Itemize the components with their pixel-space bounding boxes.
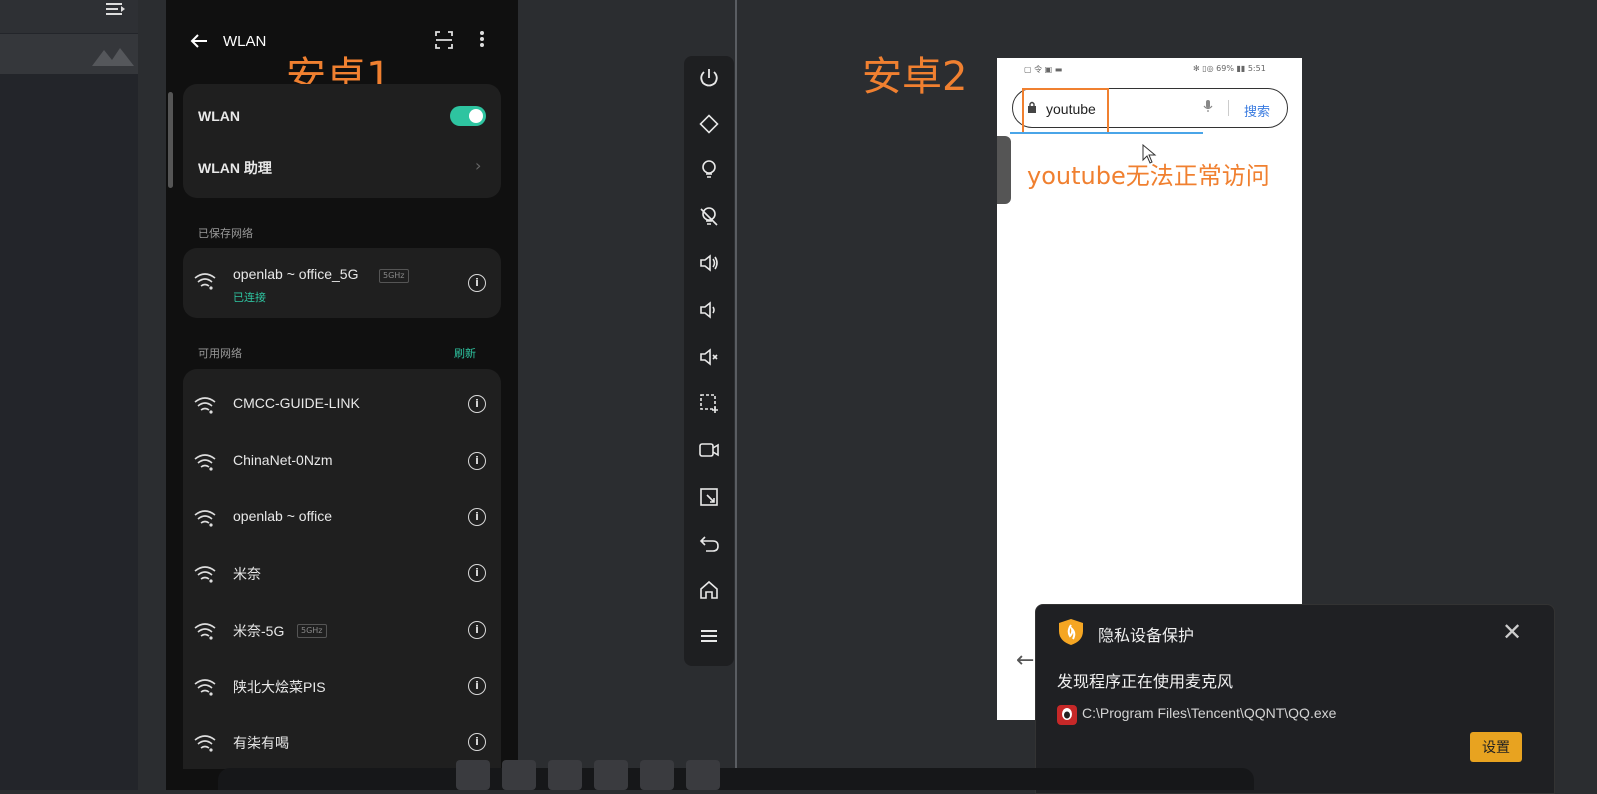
wlan-label: WLAN [198, 108, 240, 124]
wifi-icon [194, 453, 216, 471]
saved-networks-heading: 已保存网络 [198, 228, 253, 240]
info-icon[interactable]: i [468, 677, 486, 695]
info-icon[interactable]: i [468, 733, 486, 751]
pane-divider[interactable] [735, 0, 737, 790]
browser-back-icon[interactable]: ← [1016, 648, 1034, 673]
page-load-progress [1010, 132, 1203, 134]
qq-app-icon [1057, 705, 1077, 725]
info-icon[interactable]: i [468, 274, 486, 292]
network-name[interactable]: 米奈 [233, 564, 261, 584]
volume-up-icon[interactable] [694, 252, 724, 282]
volume-down-icon[interactable] [694, 299, 724, 329]
status-bar-left: ▢ 令 ▣ ▬ [1024, 65, 1063, 74]
taskbar-button[interactable] [594, 760, 628, 790]
scan-icon[interactable] [434, 30, 454, 55]
notification-message: 发现程序正在使用麦克风 [1057, 672, 1234, 691]
microphone-icon[interactable] [1203, 99, 1213, 117]
taskbar-button[interactable] [502, 760, 536, 790]
wifi-icon [194, 678, 216, 696]
wifi-icon [194, 622, 216, 640]
info-icon[interactable]: i [468, 452, 486, 470]
notification-title: 隐私设备保护 [1098, 626, 1195, 645]
connection-status: 已连接 [233, 291, 266, 304]
wifi-icon [194, 509, 216, 527]
wlan-assistant-label[interactable]: WLAN 助理 [198, 158, 272, 178]
network-name[interactable]: 陕北大烩菜PIS [233, 677, 326, 697]
power-icon[interactable] [694, 67, 724, 97]
annotation-highlight [1022, 88, 1109, 134]
bulb-off-icon[interactable] [694, 206, 724, 236]
more-options-icon[interactable] [478, 29, 486, 54]
network-name[interactable]: 有柒有喝 [233, 733, 289, 753]
crop-icon[interactable] [694, 486, 724, 516]
wifi-icon [194, 396, 216, 414]
status-bar-right: ✻ ▯◎ 69% ▮▮ 5:51 [1193, 64, 1266, 73]
app-logo-icon [90, 42, 136, 68]
info-icon[interactable]: i [468, 508, 486, 526]
wifi-icon [194, 734, 216, 752]
band-badge: 5GHz [297, 624, 327, 638]
network-name[interactable]: 米奈-5G [233, 621, 284, 641]
info-icon[interactable]: i [468, 395, 486, 413]
taskbar-button[interactable] [548, 760, 582, 790]
wlan-toggle[interactable] [450, 106, 486, 126]
program-path: C:\Program Files\Tencent\QQNT\QQ.exe [1082, 705, 1337, 721]
shield-icon [1058, 618, 1084, 646]
search-button[interactable]: 搜索 [1244, 101, 1270, 120]
back-arrow-icon[interactable] [188, 30, 214, 56]
chevron-right-icon: › [475, 156, 482, 175]
band-badge: 5GHz [379, 269, 409, 283]
wifi-icon [194, 565, 216, 583]
host-sidebar [0, 0, 138, 790]
back-icon[interactable] [694, 532, 724, 562]
side-drawer-handle[interactable] [997, 136, 1011, 204]
taskbar-button[interactable] [686, 760, 720, 790]
settings-button[interactable]: 设置 [1470, 732, 1522, 762]
info-icon[interactable]: i [468, 564, 486, 582]
available-networks-heading: 可用网络 [198, 348, 242, 360]
host-bottom-bar [218, 768, 1254, 790]
wifi-icon [194, 272, 216, 290]
wlan-card [183, 84, 501, 198]
search-separator [1228, 100, 1229, 116]
close-icon[interactable]: ✕ [1502, 618, 1522, 646]
record-icon[interactable] [694, 439, 724, 469]
available-networks-card [183, 369, 501, 769]
network-name[interactable]: CMCC-GUIDE-LINK [233, 395, 360, 411]
scrollbar[interactable] [168, 92, 173, 188]
sort-menu-icon[interactable] [104, 0, 126, 20]
taskbar-button[interactable] [640, 760, 674, 790]
info-icon[interactable]: i [468, 621, 486, 639]
taskbar-button[interactable] [456, 760, 490, 790]
network-name[interactable]: ChinaNet-0Nzm [233, 452, 333, 468]
menu-icon[interactable] [694, 625, 724, 655]
mute-icon[interactable] [694, 346, 724, 376]
home-icon[interactable] [694, 579, 724, 609]
bulb-icon[interactable] [694, 159, 724, 189]
saved-network-name: openlab ~ office_5G [233, 266, 359, 282]
network-name[interactable]: openlab ~ office [233, 508, 332, 524]
screenshot-icon[interactable] [694, 392, 724, 422]
saved-network-card[interactable] [183, 248, 501, 318]
page-title: WLAN [223, 33, 267, 50]
youtube-error-annotation: youtube无法正常访问 [1027, 162, 1270, 190]
android2-label: 安卓2 [862, 54, 968, 100]
rotate-icon[interactable] [694, 113, 724, 143]
refresh-button[interactable]: 刷新 [454, 345, 476, 361]
host-taskbar [456, 756, 726, 790]
